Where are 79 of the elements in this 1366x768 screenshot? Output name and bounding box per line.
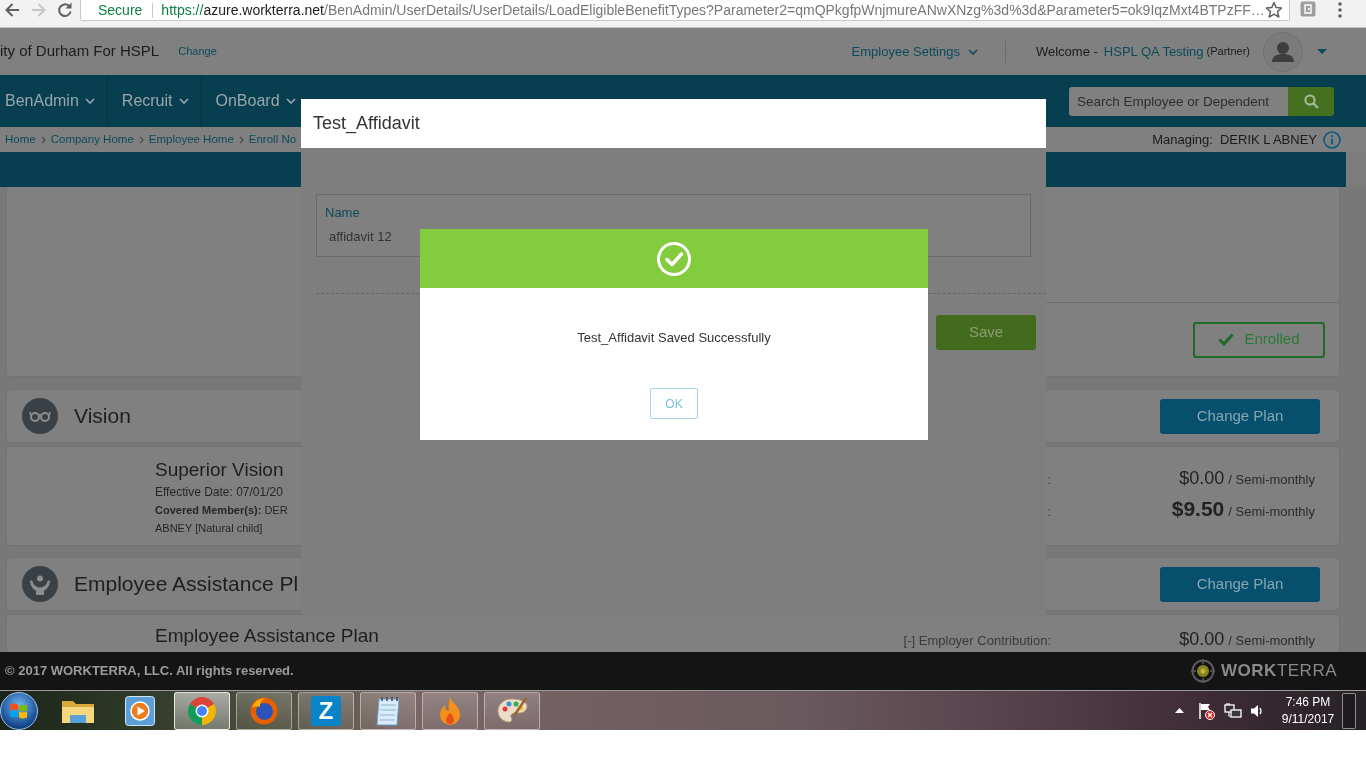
network-icon[interactable] (1224, 701, 1242, 720)
settings-menu-button[interactable]: Employee Settings (851, 41, 978, 62)
change-link[interactable]: Change (178, 43, 217, 60)
change-plan-button[interactable]: Change Plan (1160, 566, 1320, 602)
name-input[interactable]: affidavit 12 (325, 229, 415, 245)
plan-name: Superior Vision (155, 459, 284, 481)
chevron-up-icon[interactable] (1175, 708, 1184, 713)
chevron-down-icon (967, 48, 978, 55)
notepad-icon (373, 694, 403, 727)
tricolor-circle-icon (187, 695, 217, 726)
company-name: ity of Durham For HSPL (0, 41, 160, 62)
managing-name: DERIK L ABNEY (1219, 130, 1317, 149)
check-icon (1218, 333, 1235, 346)
taskbar-button[interactable] (174, 691, 230, 730)
palette-icon (496, 695, 528, 726)
address-url[interactable]: https://azure.workterra.net/BenAdmin/UserDetails/UserDetails/LoadEligibleBenefitTypes?Parameter2=qmQPkgfpWnjmureANwXNzg%3d%3d&Parameter5=ok9IqzMxt4BTPzFF… (161, 0, 1265, 21)
clock-time[interactable]: 7:46 PM (1285, 693, 1331, 711)
chevron-right-icon (138, 135, 144, 144)
target-logo-icon (1191, 659, 1216, 683)
managing-label: Managing: (1152, 130, 1213, 149)
plan-section-title: Vision (74, 403, 131, 430)
breadcrumb-link[interactable]: Employee Home (148, 130, 234, 149)
plan-section-title: Employee Assistance Pl (74, 571, 299, 598)
dialog-title: Test_Affidavit (313, 112, 420, 136)
cost-amount: $9.50 (1171, 497, 1225, 520)
cost-label: : (1047, 471, 1051, 489)
chevron-right-icon (238, 135, 244, 144)
chevron-right-icon (40, 135, 46, 144)
cost-amount: $0.00 (1179, 629, 1225, 649)
letter-tile-icon: Z (311, 695, 341, 726)
flag-icon[interactable] (1197, 701, 1215, 720)
plan-name: Employee Assistance Plan (155, 625, 379, 647)
chevron-down-icon (285, 98, 296, 104)
globe-icon (249, 695, 279, 726)
avatar-icon[interactable] (1263, 31, 1303, 72)
user-role-text: (Partner) (1206, 44, 1250, 60)
search-button[interactable] (1288, 86, 1334, 116)
nav-menu-item[interactable]: OnBoard (215, 91, 296, 111)
breadcrumb-link[interactable]: Enroll No (248, 130, 297, 149)
brand-name: WORKTERRA (1221, 660, 1337, 683)
ok-button[interactable]: OK (650, 388, 698, 419)
change-plan-button[interactable]: Change Plan (1160, 398, 1320, 434)
menu-icon[interactable] (1338, 2, 1342, 18)
play-tile-icon (123, 693, 157, 728)
plan-detail-text: Effective Date: 07/01/20 (155, 484, 283, 501)
field-label: Name (325, 205, 360, 220)
security-label: Secure (98, 0, 143, 20)
cost-label: : (1047, 503, 1051, 521)
chevron-down-icon (84, 98, 95, 104)
cost-amount: $0.00 (1179, 468, 1225, 488)
chevron-down-icon (178, 98, 189, 104)
taskbar-button[interactable]: Z (298, 691, 354, 730)
cost-label: [-] Employer Contribution: (903, 632, 1051, 650)
cost-period: / Semi-monthly (1228, 504, 1315, 519)
start-orb-icon[interactable] (0, 691, 38, 730)
caret-icon[interactable] (1317, 49, 1327, 54)
clock-date[interactable]: 9/11/2017 (1281, 710, 1335, 728)
search-icon (1303, 93, 1319, 109)
save-button[interactable]: Save (936, 315, 1036, 350)
check-circle-icon (656, 240, 692, 277)
nav-menu-item[interactable]: Recruit (121, 91, 189, 111)
covered-members-text: Covered Member(s): DER ABNEY [Natural child] (155, 503, 288, 536)
welcome-text: Welcome - (1035, 42, 1098, 61)
nav-menu-item[interactable]: BenAdmin (5, 91, 95, 111)
cost-period: / Semi-monthly (1228, 472, 1315, 487)
reload-icon[interactable] (56, 1, 74, 19)
copyright-text: © 2017 WORKTERRA, LLC. All rights reserved. (5, 662, 294, 681)
speaker-icon[interactable] (1250, 702, 1264, 719)
back-icon[interactable] (3, 1, 21, 19)
search-field[interactable]: Search Employee or Dependent (1069, 86, 1288, 116)
breadcrumb-link[interactable]: Home (5, 130, 36, 149)
cost-period: / Semi-monthly (1228, 633, 1315, 648)
hands-icon (22, 566, 58, 602)
alert-message: Test_Affidavit Saved Successfully (577, 329, 771, 347)
star-icon[interactable] (1264, 1, 1283, 19)
user-name-link[interactable]: HSPL QA Testing (1103, 41, 1204, 62)
breadcrumb-link[interactable]: Company Home (50, 130, 134, 149)
glasses-icon (22, 398, 58, 434)
show-desktop-button[interactable] (1342, 692, 1356, 729)
